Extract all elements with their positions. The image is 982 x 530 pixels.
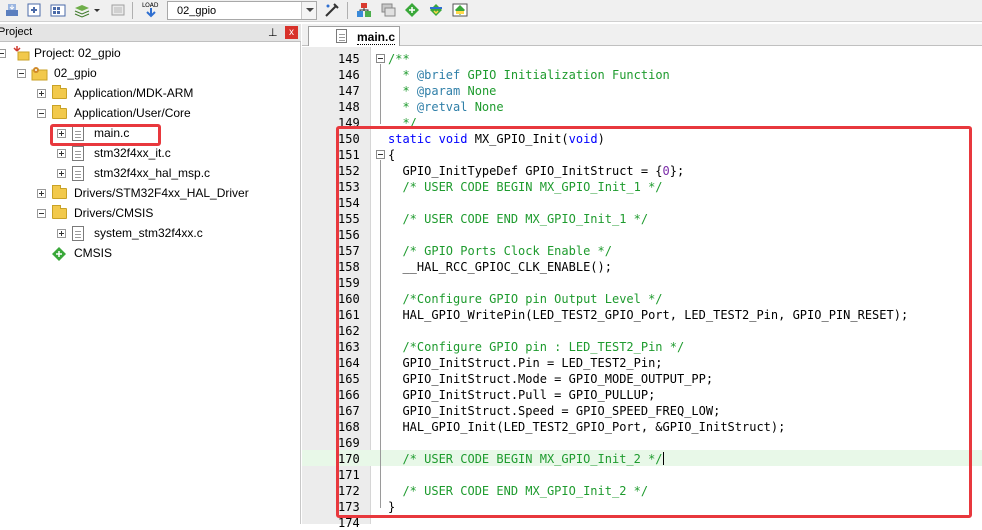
pack-installer-icon[interactable]: [428, 2, 444, 18]
line-number: 148: [338, 100, 360, 114]
collapse-toggle[interactable]: [17, 69, 26, 78]
file-icon: [72, 166, 84, 181]
toolbar-separator: [132, 2, 133, 19]
stop-build-icon[interactable]: [110, 2, 126, 18]
file-extensions-icon[interactable]: [356, 2, 372, 18]
batch-build-icon[interactable]: [50, 2, 66, 18]
folder-open-icon: [52, 105, 67, 119]
editor-tab-bar: main.c: [302, 24, 982, 46]
line-number: 174: [338, 516, 360, 530]
expand-toggle[interactable]: [37, 89, 46, 98]
tree-item-label: system_stm32f4xx.c: [94, 226, 203, 240]
target-name: 02_gpio: [177, 5, 217, 17]
code-text: * @retval None: [388, 100, 504, 114]
tree-item-label: Application/User/Core: [74, 106, 191, 120]
tree-item-label: 02_gpio: [54, 66, 97, 80]
code-text: * @param None: [388, 84, 497, 98]
build-icon[interactable]: [4, 2, 20, 18]
rebuild-icon[interactable]: [26, 2, 42, 18]
file-icon: [336, 29, 347, 43]
folder-icon: [52, 85, 67, 99]
tree-item-target[interactable]: 02_gpio: [0, 64, 300, 84]
project-icon: [13, 46, 30, 61]
tree-item-project[interactable]: Project: 02_gpio: [0, 44, 300, 64]
tree-item-folder[interactable]: Application/MDK-ARM: [0, 84, 300, 104]
pin-icon[interactable]: ⊥: [268, 26, 278, 39]
collapse-toggle[interactable]: [37, 109, 46, 118]
chevron-down-icon[interactable]: [93, 2, 101, 18]
toolbar: LOAD 02_gpio: [0, 0, 982, 22]
chevron-down-icon[interactable]: [301, 2, 316, 19]
expand-toggle[interactable]: [57, 169, 66, 178]
line-number: 147: [338, 84, 360, 98]
tree-item-folder[interactable]: Drivers/CMSIS: [0, 204, 300, 224]
svg-text:LOAD: LOAD: [142, 2, 159, 9]
folder-open-icon: [52, 205, 67, 219]
fold-guide: [380, 64, 381, 124]
code-text: * @brief GPIO Initialization Function: [388, 68, 670, 82]
target-options-icon[interactable]: [324, 2, 340, 18]
code-line[interactable]: 146 * @brief GPIO Initialization Functio…: [302, 66, 982, 82]
load-icon[interactable]: LOAD: [142, 1, 160, 19]
expand-toggle[interactable]: [37, 189, 46, 198]
tree-item-label: Drivers/STM32F4xx_HAL_Driver: [74, 186, 249, 200]
collapse-toggle[interactable]: [0, 49, 6, 58]
tree-item-label: stm32f4xx_hal_msp.c: [94, 166, 211, 180]
tab-label: main.c: [357, 30, 396, 45]
tree-item-folder[interactable]: Application/User/Core: [0, 104, 300, 124]
collapse-toggle[interactable]: [37, 209, 46, 218]
tree-item-label: stm32f4xx_it.c: [94, 146, 171, 160]
fold-toggle-icon[interactable]: [376, 54, 385, 63]
target-select[interactable]: 02_gpio: [167, 1, 317, 20]
software-packs-icon[interactable]: [452, 2, 468, 18]
tab-main-c[interactable]: main.c: [308, 26, 400, 46]
manage-components-icon[interactable]: [380, 2, 396, 18]
project-panel-header: Project ⊥ x: [0, 24, 301, 42]
line-number: 146: [338, 68, 360, 82]
close-icon[interactable]: x: [285, 26, 298, 39]
code-line[interactable]: 145 /**: [302, 50, 982, 66]
expand-toggle[interactable]: [57, 229, 66, 238]
tree-item-file[interactable]: stm32f4xx_it.c: [0, 144, 300, 164]
tree-item-file[interactable]: system_stm32f4xx.c: [0, 224, 300, 244]
annotation-highlight-main-c: [50, 124, 161, 146]
toolbar-separator: [347, 2, 348, 19]
tree-item-component[interactable]: CMSIS: [0, 244, 300, 264]
annotation-highlight-function: [336, 126, 972, 518]
code-line[interactable]: 147 * @param None: [302, 82, 982, 98]
folder-icon: [52, 185, 67, 199]
code-line[interactable]: 148 * @retval None: [302, 98, 982, 114]
stack-icon[interactable]: [74, 2, 90, 18]
code-text: /**: [388, 52, 410, 66]
project-panel-title: Project: [0, 26, 33, 38]
file-icon: [72, 146, 84, 161]
target-icon: [31, 67, 48, 81]
expand-toggle[interactable]: [57, 149, 66, 158]
cmsis-component-icon: [52, 247, 66, 261]
tree-item-label: CMSIS: [74, 246, 113, 260]
tree-item-label: Drivers/CMSIS: [74, 206, 154, 220]
select-packs-icon[interactable]: [404, 2, 420, 18]
project-panel: Project ⊥ x Project: 02_gpio 02_gpio App…: [0, 24, 301, 524]
file-icon: [72, 226, 84, 241]
tree-item-label: Application/MDK-ARM: [74, 86, 194, 100]
tree-item-folder[interactable]: Drivers/STM32F4xx_HAL_Driver: [0, 184, 300, 204]
tree-item-file[interactable]: stm32f4xx_hal_msp.c: [0, 164, 300, 184]
line-number: 145: [338, 52, 360, 66]
tree-item-label: Project: 02_gpio: [34, 46, 121, 60]
